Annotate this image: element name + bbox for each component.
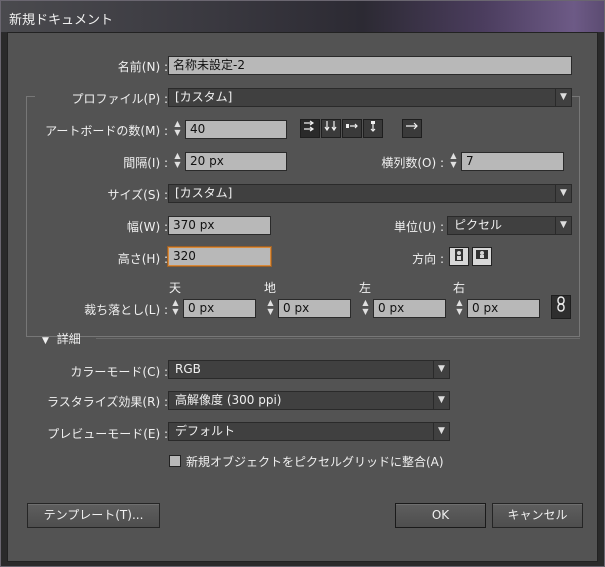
units-value: ピクセル bbox=[454, 218, 503, 232]
bleed-bottom-header: 地 bbox=[264, 281, 277, 295]
columns-label: 横列数(O) : bbox=[381, 156, 444, 170]
preview-select[interactable]: デフォルト ▼ bbox=[168, 422, 450, 441]
units-label: 単位(U) : bbox=[393, 220, 444, 234]
bleed-right-stepper[interactable]: ▲ ▼ bbox=[453, 299, 466, 318]
profile-label: プロファイル(P) : bbox=[71, 92, 168, 106]
units-select[interactable]: ピクセル ▼ bbox=[447, 216, 572, 235]
pixel-grid-label[interactable]: 新規オブジェクトをピクセルグリッドに整合(A) bbox=[186, 453, 444, 470]
ok-button[interactable]: OK bbox=[395, 503, 486, 528]
advanced-label: 詳細 bbox=[56, 332, 81, 346]
raster-value: 高解像度 (300 ppi) bbox=[175, 393, 282, 407]
change-to-right-to-left-layout-icon[interactable] bbox=[402, 119, 422, 138]
profile-select[interactable]: [カスタム] ▼ bbox=[168, 88, 572, 107]
bleed-right-header: 右 bbox=[453, 281, 466, 295]
artboards-label: アートボードの数(M) : bbox=[45, 124, 168, 138]
arrange-by-row-icon[interactable] bbox=[342, 119, 362, 138]
chevron-down-icon: ▼ bbox=[433, 423, 449, 440]
size-label: サイズ(S) : bbox=[107, 188, 168, 202]
raster-select[interactable]: 高解像度 (300 ppi) ▼ bbox=[168, 391, 450, 410]
bleed-left-input[interactable]: 0 px bbox=[373, 299, 446, 318]
color-mode-value: RGB bbox=[175, 362, 201, 376]
bleed-top-header: 天 bbox=[169, 281, 182, 295]
height-label: 高さ(H) : bbox=[117, 252, 168, 266]
artboards-stepper[interactable]: ▲ ▼ bbox=[171, 120, 184, 139]
chevron-down-icon: ▼ bbox=[433, 361, 449, 378]
size-select[interactable]: [カスタム] ▼ bbox=[168, 184, 572, 203]
bleed-right-input[interactable]: 0 px bbox=[467, 299, 540, 318]
link-icon[interactable] bbox=[551, 295, 571, 319]
templates-button[interactable]: テンプレート(T)... bbox=[27, 503, 160, 528]
chevron-down-icon: ▼ bbox=[555, 185, 571, 202]
height-input[interactable]: 320 bbox=[168, 247, 271, 266]
arrange-by-column-icon[interactable] bbox=[363, 119, 383, 138]
title-bar[interactable]: 新規ドキュメント bbox=[1, 1, 604, 32]
group-frame-left bbox=[26, 96, 27, 336]
window-title: 新規ドキュメント bbox=[9, 13, 114, 28]
pixel-grid-checkbox[interactable] bbox=[169, 455, 181, 467]
chevron-down-icon: ▼ bbox=[555, 89, 571, 106]
raster-label: ラスタライズ効果(R) : bbox=[47, 395, 168, 409]
bleed-top-input[interactable]: 0 px bbox=[183, 299, 256, 318]
bleed-left-header: 左 bbox=[359, 281, 372, 295]
new-document-dialog: 新規ドキュメント 名前(N) : 名称未設定-2 プロファイル(P) : [カス… bbox=[0, 0, 605, 567]
spacing-label: 間隔(I) : bbox=[123, 156, 168, 170]
cancel-button[interactable]: キャンセル bbox=[492, 503, 583, 528]
preview-value: デフォルト bbox=[175, 424, 236, 438]
preview-label: プレビューモード(E) : bbox=[47, 427, 168, 441]
artboards-input[interactable]: 40 bbox=[185, 120, 287, 139]
bleed-left-stepper[interactable]: ▲ ▼ bbox=[359, 299, 372, 318]
chevron-down-icon: ▼ bbox=[433, 392, 449, 409]
name-label: 名前(N) : bbox=[117, 60, 168, 74]
dialog-body: 名前(N) : 名称未設定-2 プロファイル(P) : [カスタム] ▼ アート… bbox=[7, 32, 598, 562]
group-frame-top bbox=[26, 96, 35, 97]
color-mode-label: カラーモード(C) : bbox=[70, 365, 168, 379]
grid-by-column-icon[interactable] bbox=[321, 119, 341, 138]
landscape-orientation-icon[interactable] bbox=[472, 247, 492, 266]
columns-input[interactable]: 7 bbox=[461, 152, 564, 171]
bleed-label: 裁ち落とし(L) : bbox=[84, 303, 168, 317]
bleed-bottom-input[interactable]: 0 px bbox=[278, 299, 351, 318]
group-frame-right bbox=[579, 96, 580, 336]
advanced-toggle[interactable]: ▼ 詳細 bbox=[42, 330, 81, 347]
group-frame-bottom bbox=[26, 336, 580, 337]
name-input[interactable]: 名称未設定-2 bbox=[168, 56, 572, 75]
triangle-down-icon: ▼ bbox=[42, 336, 49, 346]
size-value: [カスタム] bbox=[175, 186, 233, 200]
width-label: 幅(W) : bbox=[126, 220, 168, 234]
profile-value: [カスタム] bbox=[175, 90, 233, 104]
advanced-separator bbox=[96, 338, 580, 339]
bleed-top-stepper[interactable]: ▲ ▼ bbox=[169, 299, 182, 318]
chevron-down-icon: ▼ bbox=[555, 217, 571, 234]
orientation-label: 方向 : bbox=[412, 252, 444, 266]
spacing-input[interactable]: 20 px bbox=[185, 152, 287, 171]
spacing-stepper[interactable]: ▲ ▼ bbox=[171, 152, 184, 171]
bleed-bottom-stepper[interactable]: ▲ ▼ bbox=[264, 299, 277, 318]
columns-stepper[interactable]: ▲ ▼ bbox=[447, 152, 460, 171]
grid-by-row-icon[interactable] bbox=[300, 119, 320, 138]
width-input[interactable]: 370 px bbox=[168, 216, 271, 235]
portrait-orientation-icon[interactable] bbox=[449, 247, 469, 266]
color-mode-select[interactable]: RGB ▼ bbox=[168, 360, 450, 379]
